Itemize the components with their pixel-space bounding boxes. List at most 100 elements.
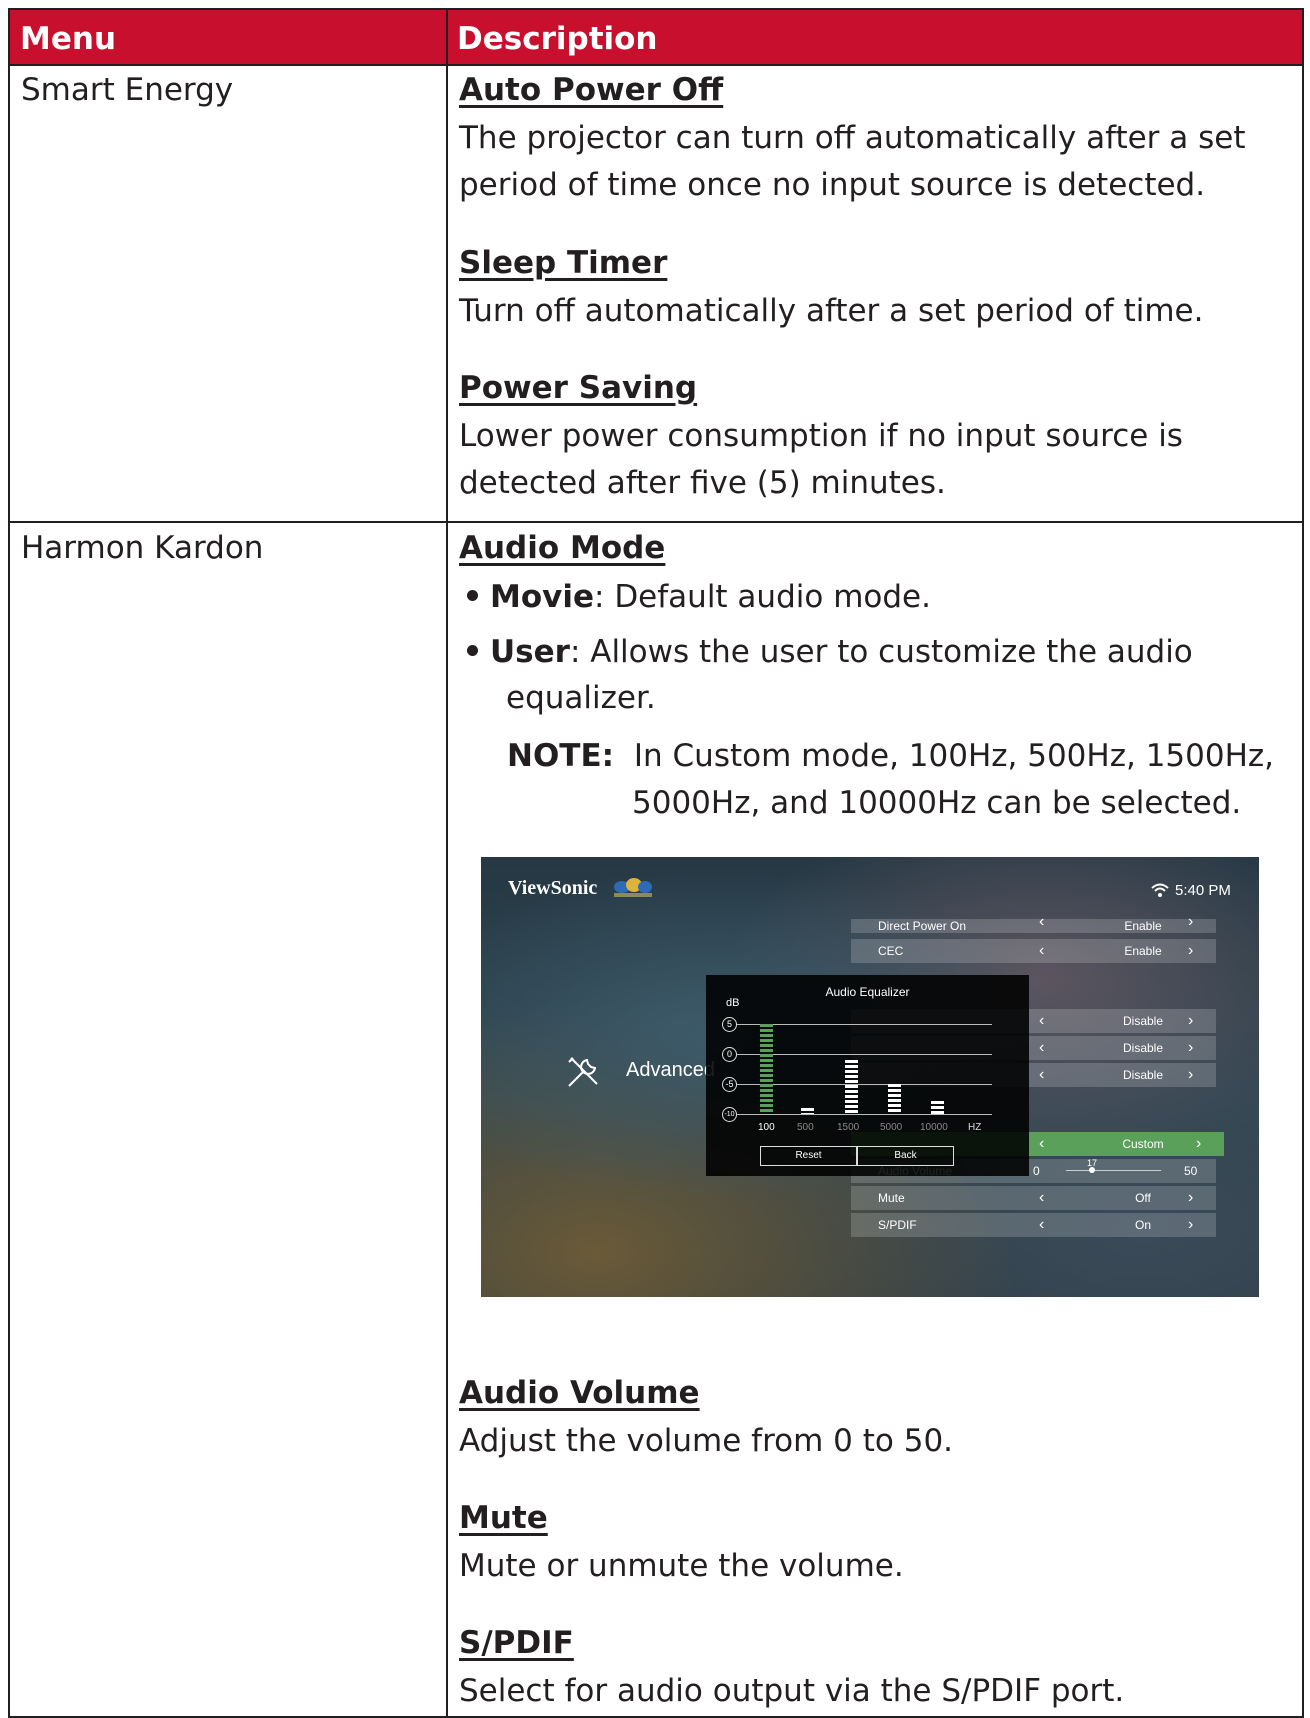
row-value: Disable	[1122, 1014, 1164, 1028]
viewsonic-birds-icon	[614, 878, 652, 897]
freq-5000: 5000	[880, 1122, 903, 1133]
desc-power-saving-2: detected after five (5) minutes.	[459, 465, 946, 501]
chevron-left-icon[interactable]: ‹	[1039, 1132, 1044, 1156]
bullet-user-cont: equalizer.	[506, 680, 656, 716]
back-button[interactable]: Back	[857, 1146, 954, 1166]
equalizer-title: Audio Equalizer	[825, 985, 910, 999]
desc-sleep-timer: Turn off automatically after a set perio…	[459, 293, 1204, 329]
projector-screenshot: ViewSonic 5:40 PM Direct Power On ‹ Enab…	[481, 857, 1259, 1297]
bullet-user: User: Allows the user to customize the a…	[467, 629, 1193, 676]
chevron-right-icon[interactable]: ›	[1188, 1186, 1193, 1210]
chevron-left-icon[interactable]: ‹	[1039, 939, 1044, 963]
tick-minus-10: -10	[722, 1107, 737, 1122]
gridline	[737, 1024, 992, 1025]
chevron-left-icon[interactable]: ‹	[1039, 1009, 1044, 1033]
desc-power-saving-1: Lower power consumption if no input sour…	[459, 418, 1183, 454]
row-mute[interactable]: Mute ‹ Off ›	[851, 1186, 1216, 1210]
gridline	[737, 1054, 992, 1055]
note: NOTE: In Custom mode, 100Hz, 500Hz, 1500…	[507, 733, 1274, 780]
chevron-left-icon[interactable]: ‹	[1039, 1063, 1044, 1087]
row-label: CEC	[878, 944, 904, 958]
term-movie: Movie	[490, 579, 595, 615]
section-label: Advanced	[626, 1059, 715, 1081]
wifi-icon	[1151, 883, 1169, 897]
chevron-right-icon[interactable]: ›	[1188, 1036, 1193, 1060]
freq-10000: 10000	[920, 1122, 948, 1133]
row-value: Disable	[1122, 1041, 1164, 1055]
bullet-dot	[467, 590, 478, 601]
gridline	[737, 1114, 992, 1115]
row-direct-power-on[interactable]: Direct Power On ‹ Enable ›	[851, 914, 1216, 933]
chevron-right-icon[interactable]: ›	[1188, 1213, 1193, 1237]
column-divider	[446, 10, 448, 1716]
row-value: Enable	[1124, 919, 1162, 933]
reset-button[interactable]: Reset	[760, 1146, 857, 1166]
row-label: Mute	[878, 1191, 905, 1205]
db-unit: dB	[726, 997, 740, 1009]
heading-mute: Mute	[459, 1500, 548, 1536]
note-label: NOTE:	[507, 738, 615, 774]
chevron-right-icon[interactable]: ›	[1196, 1132, 1201, 1156]
tick-minus-5: -5	[722, 1077, 737, 1092]
row-value: Disable	[1122, 1068, 1164, 1082]
heading-auto-power-off: Auto Power Off	[459, 72, 724, 108]
heading-audio-mode: Audio Mode	[459, 530, 666, 566]
header-menu: Menu	[20, 21, 117, 57]
heading-sleep-timer: Sleep Timer	[459, 245, 668, 281]
note-line-2: 5000Hz, and 10000Hz can be selected.	[632, 785, 1242, 821]
row-value: Enable	[1124, 944, 1162, 958]
tick-5: 5	[722, 1017, 737, 1032]
chevron-left-icon[interactable]: ‹	[1039, 914, 1044, 930]
eq-bar-500[interactable]	[801, 1108, 814, 1114]
desc-audio-volume: Adjust the volume from 0 to 50.	[459, 1423, 954, 1459]
heading-spdif: S/PDIF	[459, 1625, 574, 1661]
menu-harmon-kardon: Harmon Kardon	[21, 530, 264, 566]
gridline	[737, 1084, 992, 1085]
freq-100: 100	[758, 1122, 775, 1133]
row-value: Off	[1135, 1191, 1151, 1205]
heading-power-saving: Power Saving	[459, 370, 698, 406]
eq-bar-1500[interactable]	[845, 1060, 858, 1114]
eq-bar-5000[interactable]	[888, 1084, 901, 1114]
volume-min: 0	[1033, 1164, 1040, 1178]
heading-audio-volume: Audio Volume	[459, 1375, 700, 1411]
eq-bar-100[interactable]	[760, 1024, 773, 1114]
freq-500: 500	[797, 1122, 814, 1133]
audio-equalizer-dialog: Audio Equalizer dB 5 0 -5 -10 100 500 15…	[706, 975, 1029, 1176]
chevron-left-icon[interactable]: ‹	[1039, 1186, 1044, 1210]
bullet-dot	[467, 645, 478, 656]
row-cec[interactable]: CEC ‹ Enable ›	[851, 939, 1216, 963]
chevron-right-icon[interactable]: ›	[1188, 914, 1193, 930]
freq-1500: 1500	[837, 1122, 860, 1133]
hz-unit: HZ	[968, 1122, 982, 1133]
row-label: Direct Power On	[878, 919, 967, 933]
clock: 5:40 PM	[1175, 882, 1231, 899]
table-header: Menu Description	[10, 10, 1302, 66]
term-user: User	[490, 634, 570, 670]
chevron-right-icon[interactable]: ›	[1188, 1063, 1193, 1087]
chevron-right-icon[interactable]: ›	[1188, 939, 1193, 963]
row-value: On	[1134, 1218, 1151, 1232]
header-description: Description	[457, 21, 658, 57]
eq-bar-10000[interactable]	[931, 1101, 944, 1114]
tick-0: 0	[722, 1047, 737, 1062]
volume-max: 50	[1184, 1164, 1198, 1178]
volume-track[interactable]	[1066, 1170, 1161, 1171]
desc-auto-power-off-2: period of time once no input source is d…	[459, 167, 1206, 203]
chevron-left-icon[interactable]: ‹	[1039, 1036, 1044, 1060]
row-spdif[interactable]: S/PDIF ‹ On ›	[851, 1213, 1216, 1237]
bullet-movie: Movie: Default audio mode.	[467, 574, 931, 621]
chevron-left-icon[interactable]: ‹	[1039, 1213, 1044, 1237]
chevron-right-icon[interactable]: ›	[1188, 1009, 1193, 1033]
text-movie: : Default audio mode.	[594, 579, 931, 615]
desc-auto-power-off-1: The projector can turn off automatically…	[459, 120, 1246, 156]
brand-name: ViewSonic	[508, 877, 598, 899]
menu-smart-energy: Smart Energy	[21, 72, 234, 108]
volume-knob[interactable]	[1089, 1167, 1095, 1173]
row-divider	[10, 521, 1302, 523]
row-label: S/PDIF	[878, 1218, 917, 1232]
tools-icon	[568, 1057, 598, 1087]
text-user: : Allows the user to customize the audio	[569, 634, 1193, 670]
desc-spdif: Select for audio output via the S/PDIF p…	[459, 1673, 1125, 1709]
row-value: Custom	[1122, 1137, 1164, 1151]
